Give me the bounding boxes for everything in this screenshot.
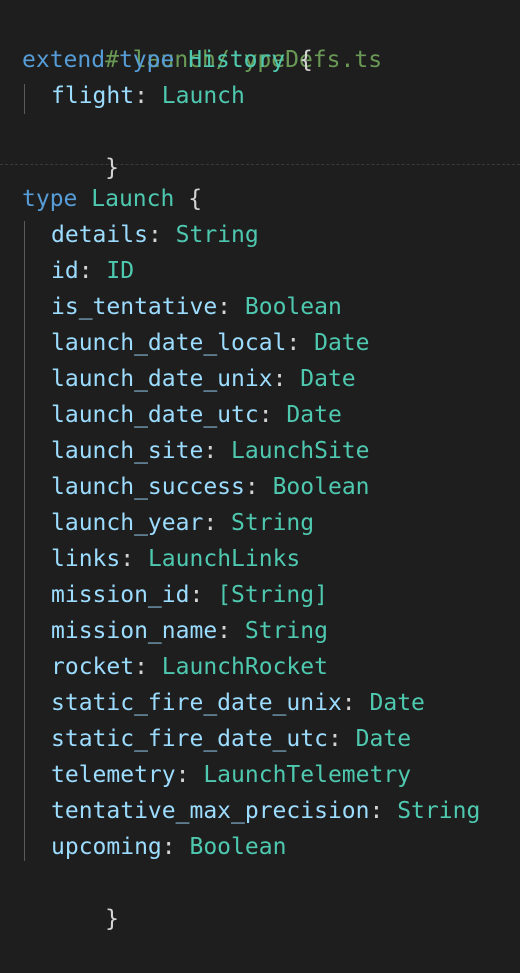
code-line-field: mission_name: String bbox=[0, 613, 520, 649]
indent-guide bbox=[24, 221, 25, 861]
field-name: upcoming bbox=[51, 834, 162, 860]
field-name: id bbox=[51, 258, 79, 284]
code-line-field: static_fire_date_utc: Date bbox=[0, 721, 520, 757]
extend-history-block: # launch/typeDefs.ts extend type History… bbox=[0, 0, 520, 181]
field-colon: : bbox=[217, 294, 245, 320]
field-name: launch_success bbox=[51, 474, 245, 500]
field-colon: : bbox=[217, 618, 245, 644]
field-colon: : bbox=[78, 258, 107, 284]
type-name-launch: Launch bbox=[91, 186, 175, 212]
code-line-field: id: ID bbox=[0, 253, 520, 289]
field-colon: : bbox=[189, 582, 218, 608]
code-line-field: upcoming: Boolean bbox=[0, 829, 520, 865]
field-type: Date bbox=[314, 330, 370, 356]
field-colon: : bbox=[203, 438, 232, 464]
code-line-field: tentative_max_precision: String bbox=[0, 793, 520, 829]
keyword-type: type bbox=[22, 186, 78, 212]
field-type: String bbox=[231, 510, 315, 536]
field-name: launch_site bbox=[51, 438, 204, 464]
open-brace: { bbox=[299, 47, 313, 73]
field-name: tentative_max_precision bbox=[51, 798, 370, 824]
code-line-field: mission_id: [String] bbox=[0, 577, 520, 613]
field-name: telemetry bbox=[51, 762, 176, 788]
code-line-field: launch_success: Boolean bbox=[0, 469, 520, 505]
field-name: is_tentative bbox=[51, 294, 218, 320]
code-line-field: launch_date_unix: Date bbox=[0, 361, 520, 397]
code-line-field: links: LaunchLinks bbox=[0, 541, 520, 577]
code-line-field: flight: Launch bbox=[0, 78, 520, 114]
field-colon: : bbox=[327, 726, 356, 752]
field-type: Date bbox=[300, 366, 356, 392]
field-name: launch_year bbox=[51, 510, 204, 536]
code-line-extend-declaration: extend type History { bbox=[0, 42, 520, 78]
code-line-field: details: String bbox=[0, 217, 520, 253]
indent-guide bbox=[24, 84, 25, 114]
field-type: LaunchSite bbox=[231, 438, 370, 464]
code-line-field: telemetry: LaunchTelemetry bbox=[0, 757, 520, 793]
field-colon: : bbox=[134, 83, 162, 109]
keyword-extend: extend bbox=[22, 47, 106, 73]
field-type: Date bbox=[369, 690, 425, 716]
code-editor[interactable]: # launch/typeDefs.ts extend type History… bbox=[0, 0, 520, 932]
type-name-history: History bbox=[188, 47, 286, 73]
field-type: [String] bbox=[217, 582, 328, 608]
field-type: ID bbox=[106, 258, 135, 284]
code-line-field: rocket: LaunchRocket bbox=[0, 649, 520, 685]
field-type: Launch bbox=[161, 83, 245, 109]
field-type: LaunchLinks bbox=[147, 546, 301, 572]
field-type: Boolean bbox=[189, 834, 287, 860]
field-type: LaunchRocket bbox=[161, 654, 328, 680]
field-colon: : bbox=[161, 834, 190, 860]
field-name: launch_date_unix bbox=[51, 366, 273, 392]
close-brace: } bbox=[105, 155, 119, 181]
field-colon: : bbox=[175, 762, 204, 788]
field-name: mission_id bbox=[51, 582, 190, 608]
code-line-field: static_fire_date_unix: Date bbox=[0, 685, 520, 721]
field-name: launch_date_local bbox=[51, 330, 287, 356]
field-colon: : bbox=[341, 690, 370, 716]
code-line-field: launch_year: String bbox=[0, 505, 520, 541]
field-type: String bbox=[175, 222, 259, 248]
field-colon: : bbox=[286, 330, 315, 356]
code-line-field: launch_site: LaunchSite bbox=[0, 433, 520, 469]
field-name: flight bbox=[51, 83, 135, 109]
field-name: mission_name bbox=[51, 618, 218, 644]
field-colon: : bbox=[369, 798, 398, 824]
field-name: rocket bbox=[51, 654, 135, 680]
launch-type-block: type Launch { details: String id: ID is_… bbox=[0, 181, 520, 932]
code-line-close-brace: } bbox=[0, 114, 520, 181]
field-type: Date bbox=[286, 402, 342, 428]
field-colon: : bbox=[258, 402, 287, 428]
field-type: String bbox=[397, 798, 481, 824]
field-type: String bbox=[244, 618, 328, 644]
field-name: launch_date_utc bbox=[51, 402, 259, 428]
field-colon: : bbox=[120, 546, 148, 572]
field-colon: : bbox=[147, 222, 176, 248]
field-name: static_fire_date_utc bbox=[51, 726, 328, 752]
field-colon: : bbox=[272, 366, 301, 392]
keyword-type: type bbox=[118, 47, 175, 73]
field-colon: : bbox=[244, 474, 273, 500]
field-name: details bbox=[51, 222, 148, 248]
open-brace: { bbox=[188, 186, 203, 212]
field-type: Boolean bbox=[244, 294, 342, 320]
field-name: links bbox=[51, 546, 121, 572]
field-colon: : bbox=[134, 654, 162, 680]
field-type: Date bbox=[355, 726, 412, 752]
code-line-comment: # launch/typeDefs.ts bbox=[0, 6, 520, 73]
field-name: static_fire_date_unix bbox=[51, 690, 342, 716]
code-line-close-brace: } bbox=[0, 865, 520, 932]
field-type: Boolean bbox=[272, 474, 370, 500]
code-line-field: is_tentative: Boolean bbox=[0, 289, 520, 325]
code-line-field: launch_date_local: Date bbox=[0, 325, 520, 361]
field-type: LaunchTelemetry bbox=[203, 762, 412, 788]
close-brace: } bbox=[105, 906, 119, 932]
field-colon: : bbox=[203, 510, 232, 536]
code-line-field: launch_date_utc: Date bbox=[0, 397, 520, 433]
code-line-type-declaration: type Launch { bbox=[0, 181, 520, 217]
